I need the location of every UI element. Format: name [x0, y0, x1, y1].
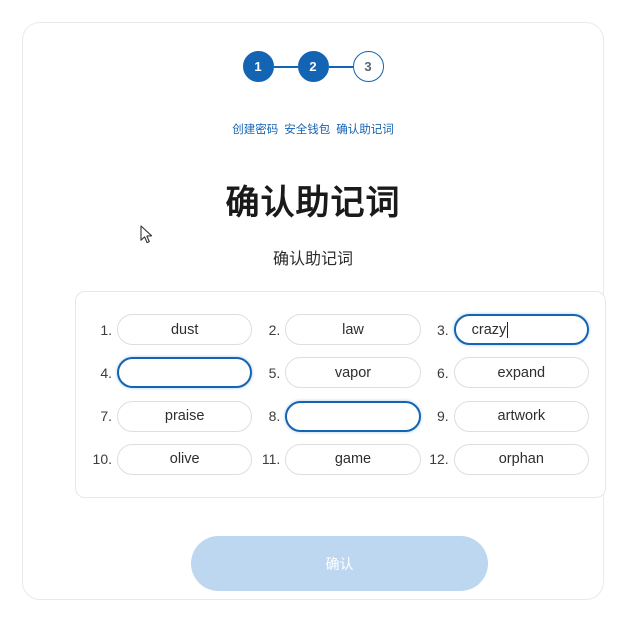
word-index-8: 8.	[268, 408, 281, 425]
word-index-12: 12.	[429, 451, 449, 468]
word-value-7: praise	[164, 408, 205, 425]
word-item-9: 9. artwork	[429, 400, 589, 432]
word-value-9: artwork	[497, 408, 546, 425]
word-index-4: 4.	[100, 364, 112, 381]
step-indicator-2[interactable]: 2	[297, 51, 329, 82]
word-index-3: 3.	[436, 321, 449, 338]
page-subtitle: 确认助记词	[272, 251, 353, 268]
word-value-12: orphan	[498, 451, 544, 468]
page-title: 确认助记词	[225, 184, 401, 222]
word-index-9: 9.	[436, 408, 449, 425]
word-value-5: vapor	[334, 364, 372, 381]
word-value-1: dust	[170, 321, 199, 338]
word-item-10: 10. olive	[92, 443, 253, 475]
step-number-3: 3	[364, 59, 372, 74]
word-item-7: 7. praise	[92, 400, 253, 432]
word-item-1: 1. dust	[92, 314, 253, 346]
word-input-8[interactable]	[285, 400, 421, 432]
wallet-setup-card: 1 2 3 创建密码 安全钱包 确认助记词 确认助记词 确认助记词 1. dus…	[22, 22, 606, 600]
step-indicator-3[interactable]: 3	[352, 51, 384, 82]
step-label-2: 安全钱包	[284, 124, 331, 136]
step-label-3: 确认助记词	[336, 124, 394, 136]
word-input-5[interactable]: vapor	[285, 357, 421, 389]
word-index-6: 6.	[436, 364, 449, 381]
word-item-6: 6. expand	[429, 357, 589, 389]
word-item-2: 2. law	[260, 314, 421, 346]
word-value-11: game	[334, 451, 372, 468]
word-item-5: 5. vapor	[260, 357, 421, 389]
step-indicator-1[interactable]: 1	[242, 51, 274, 82]
confirm-button-label: 确认	[325, 555, 354, 572]
word-index-1: 1.	[100, 321, 112, 338]
step-connector-2-3	[328, 65, 353, 68]
word-input-11[interactable]: game	[285, 443, 421, 475]
word-index-10: 10.	[92, 451, 112, 468]
word-input-9[interactable]: artwork	[453, 400, 589, 432]
word-item-8: 8.	[260, 400, 421, 432]
word-input-3[interactable]: crazy	[453, 314, 589, 346]
word-index-11: 11.	[261, 451, 281, 468]
word-value-6: expand	[497, 364, 546, 381]
word-index-7: 7.	[100, 408, 112, 425]
step-number-2: 2	[309, 59, 317, 74]
word-input-12[interactable]: orphan	[453, 443, 589, 475]
word-input-7[interactable]: praise	[117, 400, 253, 432]
word-input-2[interactable]: law	[285, 314, 421, 346]
word-input-1[interactable]: dust	[117, 314, 253, 346]
step-label-1: 创建密码	[232, 124, 279, 136]
step-label-group: 创建密码 安全钱包 确认助记词	[227, 123, 399, 138]
step-connector-1-2	[273, 65, 298, 68]
word-item-11: 11. game	[260, 443, 421, 475]
step-number-1: 1	[254, 59, 262, 74]
text-caret	[507, 321, 509, 338]
word-index-5: 5.	[268, 364, 281, 381]
word-input-6[interactable]: expand	[453, 357, 589, 389]
word-item-3: 3. crazy	[429, 314, 589, 346]
word-item-12: 12. orphan	[429, 443, 589, 475]
word-value-2: law	[342, 321, 364, 338]
word-item-4: 4.	[92, 357, 253, 389]
word-input-4[interactable]	[117, 357, 253, 389]
confirm-button[interactable]: 确认	[191, 536, 488, 591]
word-value-10: olive	[169, 451, 200, 468]
word-index-2: 2.	[268, 321, 281, 338]
word-input-10[interactable]: olive	[117, 443, 253, 475]
mnemonic-word-grid: 1. dust 2. law 3. crazy 4. 5. vapor 6. e…	[75, 291, 606, 498]
setup-stepper: 1 2 3	[23, 51, 603, 82]
word-value-3: crazy	[471, 321, 507, 338]
